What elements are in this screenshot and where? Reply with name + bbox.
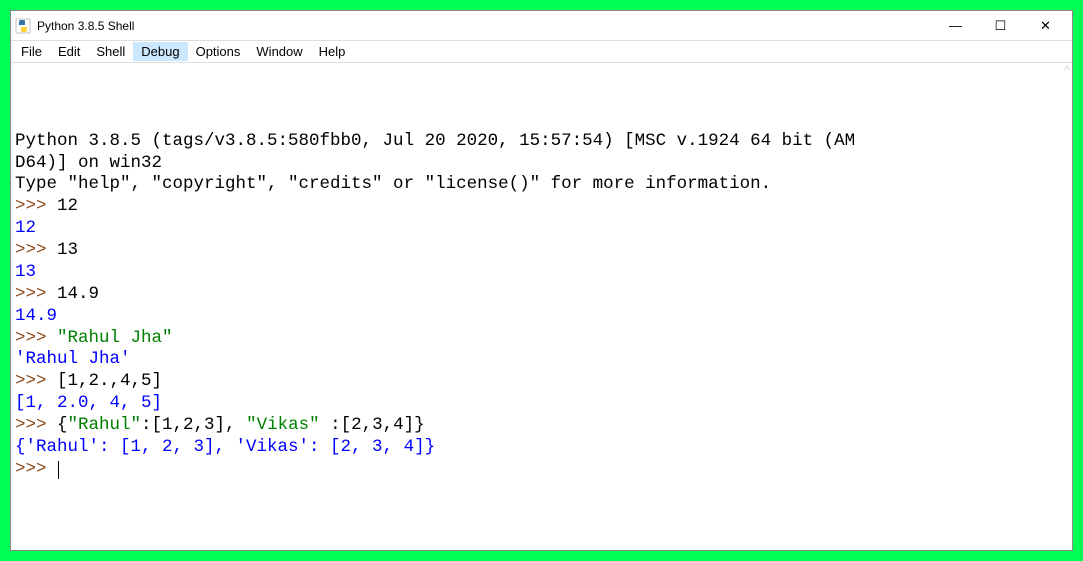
menu-shell[interactable]: Shell — [88, 42, 133, 61]
maximize-button[interactable]: ☐ — [978, 12, 1023, 40]
prompt: >>> — [15, 371, 57, 391]
shell-content[interactable]: ^ Python 3.8.5 (tags/v3.8.5:580fbb0, Jul… — [11, 63, 1072, 550]
banner-text: Type "help", "copyright", "credits" or "… — [15, 174, 771, 194]
shell-line: D64)] on win32 — [15, 153, 1068, 175]
titlebar[interactable]: Python 3.8.5 Shell — ☐ ✕ — [11, 11, 1072, 41]
input-text: 13 — [57, 240, 78, 260]
shell-line: [1, 2.0, 4, 5] — [15, 393, 1068, 415]
python-shell-window: Python 3.8.5 Shell — ☐ ✕ File Edit Shell… — [10, 10, 1073, 551]
menu-window[interactable]: Window — [248, 42, 310, 61]
input-text: 12 — [57, 196, 78, 216]
output-text: 'Rahul Jha' — [15, 349, 131, 369]
shell-line: >>> "Rahul Jha" — [15, 328, 1068, 350]
shell-line: 13 — [15, 262, 1068, 284]
prompt: >>> — [15, 196, 57, 216]
shell-line: >>> 14.9 — [15, 284, 1068, 306]
prompt: >>> — [15, 415, 57, 435]
input-text: [1,2.,4,5] — [57, 371, 162, 391]
menu-edit[interactable]: Edit — [50, 42, 88, 61]
prompt: >>> — [15, 459, 57, 479]
menubar: File Edit Shell Debug Options Window Hel… — [11, 41, 1072, 63]
output-text: {'Rahul': [1, 2, 3], 'Vikas': [2, 3, 4]} — [15, 437, 435, 457]
output-text: 14.9 — [15, 306, 57, 326]
prompt: >>> — [15, 240, 57, 260]
python-icon — [15, 18, 31, 34]
window-controls: — ☐ ✕ — [933, 12, 1068, 40]
menu-help[interactable]: Help — [311, 42, 354, 61]
shell-line: >>> {"Rahul":[1,2,3], "Vikas" :[2,3,4]} — [15, 415, 1068, 437]
scroll-indicator: ^ — [1063, 65, 1070, 79]
output-text: 12 — [15, 218, 36, 238]
shell-line: 14.9 — [15, 306, 1068, 328]
menu-file[interactable]: File — [13, 42, 50, 61]
prompt: >>> — [15, 328, 57, 348]
shell-line: 12 — [15, 218, 1068, 240]
input-text: { — [57, 415, 68, 435]
output-text: 13 — [15, 262, 36, 282]
prompt: >>> — [15, 284, 57, 304]
input-text: :[2,3,4]} — [320, 415, 425, 435]
text-cursor — [58, 461, 59, 479]
shell-line: >>> [1,2.,4,5] — [15, 371, 1068, 393]
menu-options[interactable]: Options — [188, 42, 249, 61]
banner-text: D64)] on win32 — [15, 153, 162, 173]
shell-line: >>> 13 — [15, 240, 1068, 262]
input-text: "Rahul" — [68, 415, 142, 435]
shell-line: >>> 12 — [15, 196, 1068, 218]
shell-line: Type "help", "copyright", "credits" or "… — [15, 174, 1068, 196]
menu-debug[interactable]: Debug — [133, 42, 187, 61]
minimize-button[interactable]: — — [933, 12, 978, 40]
shell-line: {'Rahul': [1, 2, 3], 'Vikas': [2, 3, 4]} — [15, 437, 1068, 459]
shell-line: 'Rahul Jha' — [15, 349, 1068, 371]
input-text: "Rahul Jha" — [57, 328, 173, 348]
input-text: :[1,2,3], — [141, 415, 246, 435]
output-text: [1, 2.0, 4, 5] — [15, 393, 162, 413]
shell-line: Python 3.8.5 (tags/v3.8.5:580fbb0, Jul 2… — [15, 131, 1068, 153]
window-title: Python 3.8.5 Shell — [37, 19, 933, 33]
shell-line: >>> — [15, 459, 1068, 481]
close-button[interactable]: ✕ — [1023, 12, 1068, 40]
input-text: 14.9 — [57, 284, 99, 304]
input-text: "Vikas" — [246, 415, 320, 435]
banner-text: Python 3.8.5 (tags/v3.8.5:580fbb0, Jul 2… — [15, 131, 855, 151]
